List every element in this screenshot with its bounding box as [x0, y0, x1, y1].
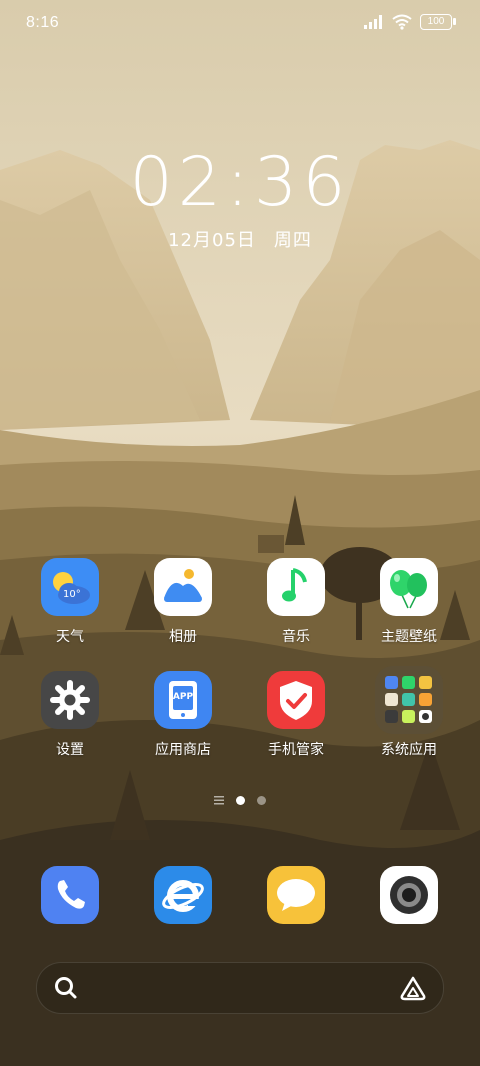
app-music[interactable]: 音乐	[241, 558, 351, 646]
app-store[interactable]: APP 应用商店	[128, 671, 238, 759]
wifi-icon	[392, 14, 412, 30]
battery-level: 100	[427, 16, 445, 27]
weekday-text: 周四	[273, 230, 312, 251]
clock-date[interactable]: 12月05日 周四	[0, 226, 480, 252]
settings-gear-icon	[41, 671, 99, 729]
app-label-system: 系统应用	[381, 742, 437, 758]
app-label-gallery: 相册	[169, 629, 197, 645]
music-icon	[267, 558, 325, 616]
gallery-icon	[154, 558, 212, 616]
app-label-manager: 手机管家	[268, 742, 324, 758]
weather-icon: 10°	[41, 558, 99, 616]
app-phone-manager[interactable]: 手机管家	[241, 671, 351, 759]
app-store-icon: APP	[154, 671, 212, 729]
page-indicator[interactable]	[0, 795, 480, 805]
app-label-store: 应用商店	[155, 742, 211, 758]
system-apps-folder-icon	[375, 666, 443, 734]
weather-temp: 10°	[63, 589, 81, 600]
dock-phone[interactable]	[15, 866, 125, 924]
phone-icon	[41, 866, 99, 924]
app-gallery[interactable]: 相册	[128, 558, 238, 646]
app-folder-system[interactable]: 系统应用	[354, 666, 464, 759]
status-bar: 8:16 100	[0, 0, 480, 50]
assistant-icon[interactable]	[399, 975, 427, 1001]
status-icons: 100	[364, 14, 456, 30]
battery-icon: 100	[420, 14, 456, 30]
page-dot-active[interactable]	[236, 795, 245, 805]
dock-messages[interactable]	[241, 866, 351, 924]
app-label-theme: 主题壁纸	[381, 629, 437, 645]
app-store-badge: APP	[172, 692, 194, 702]
date-text: 12月05日	[168, 230, 256, 251]
dock-camera[interactable]	[354, 866, 464, 924]
search-icon[interactable]	[53, 975, 79, 1001]
page-dot[interactable]	[257, 795, 266, 805]
browser-icon	[154, 866, 212, 924]
list-icon[interactable]	[214, 795, 224, 805]
search-bar[interactable]	[36, 962, 444, 1014]
app-label-music: 音乐	[282, 629, 310, 645]
app-theme-wallpaper[interactable]: 主题壁纸	[354, 558, 464, 646]
app-label-weather: 天气	[56, 629, 84, 645]
app-settings[interactable]: 设置	[15, 671, 125, 759]
app-weather[interactable]: 10° 天气	[15, 558, 125, 646]
status-time: 8:16	[26, 14, 60, 31]
camera-icon	[380, 866, 438, 924]
messages-icon	[267, 866, 325, 924]
clock-time[interactable]: 02:36	[0, 143, 480, 222]
signal-icon	[364, 15, 382, 29]
phone-manager-shield-icon	[267, 671, 325, 729]
theme-wallpaper-icon	[380, 558, 438, 616]
app-label-settings: 设置	[56, 742, 84, 758]
dock-browser[interactable]	[128, 866, 238, 924]
